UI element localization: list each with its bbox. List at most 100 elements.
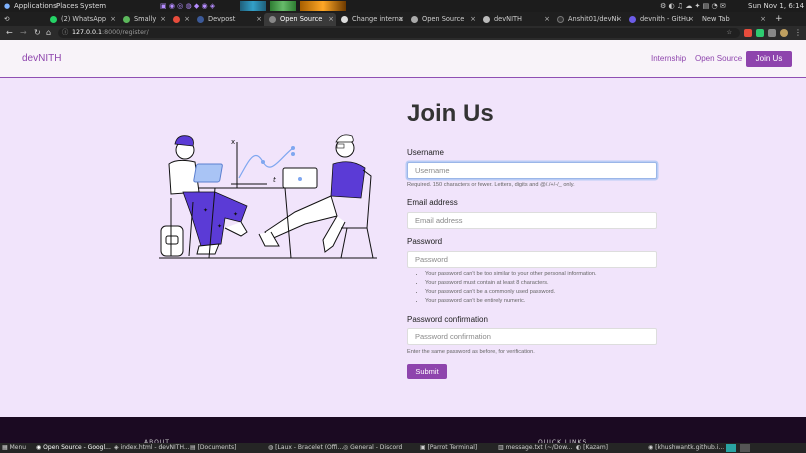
username-help: Required. 150 characters or fewer. Lette… xyxy=(407,182,575,188)
username-label: Username xyxy=(407,148,444,157)
url-bar[interactable]: ⓘ 127.0.0.1:8000/register/ ☆ xyxy=(58,28,740,38)
close-icon[interactable]: × xyxy=(110,13,116,26)
taskbar-item-media[interactable]: ◍ [Laux - Bracelet (Offi... xyxy=(268,443,343,453)
close-icon[interactable]: × xyxy=(328,13,334,26)
close-icon[interactable]: × xyxy=(184,13,190,26)
tab-label: Smally xyxy=(134,15,157,23)
workspace-indicator[interactable] xyxy=(726,444,736,452)
taskbar-item-text[interactable]: ▥ message.txt (~/Dow... xyxy=(498,443,572,453)
taskbar-item-label: [khushwantk.github.i... xyxy=(655,444,725,451)
tab-smally[interactable]: Smally × xyxy=(118,13,168,26)
tab-github-repo[interactable]: Anshit01/devNi × xyxy=(552,13,624,26)
globe-icon xyxy=(269,16,276,23)
tab-devnith-github[interactable]: devnith - GitHu × xyxy=(624,13,696,26)
tab-change-internship[interactable]: Change interna × xyxy=(336,13,406,26)
avatar[interactable] xyxy=(780,29,788,37)
bookmark-star-icon[interactable]: ☆ xyxy=(726,28,732,38)
os-taskbar: ▦ Menu ◉ Open Source - Googl... ◈ index.… xyxy=(0,443,806,453)
taskbar-item-label: General - Discord xyxy=(350,444,403,451)
close-icon[interactable]: × xyxy=(256,13,262,26)
taskbar-item-github[interactable]: ◉ [khushwantk.github.i... xyxy=(648,443,724,453)
new-tab-plus-icon[interactable]: + xyxy=(772,13,786,26)
tab-label: devNITH xyxy=(494,15,523,23)
svg-text:x: x xyxy=(231,138,235,146)
tab-label: Open Source xyxy=(422,15,465,23)
launcher-icons[interactable]: ▣ ◉ ◎ ◍ ◆ ◉ ◈ xyxy=(160,0,215,12)
system-top-bar: ● Applications Places System ▣ ◉ ◎ ◍ ◆ ◉… xyxy=(0,0,806,22)
username-field[interactable] xyxy=(407,162,657,179)
close-icon[interactable]: × xyxy=(616,13,622,26)
tab-pinned[interactable]: ⟲ xyxy=(0,13,14,26)
taskbar-item-editor[interactable]: ◈ index.html - devNITH... xyxy=(114,443,190,453)
taskbar-menu-button[interactable]: ▦ Menu xyxy=(2,443,26,453)
email-label: Email address xyxy=(407,198,458,207)
tab-devnith[interactable]: devNITH × xyxy=(478,13,552,26)
menu-places[interactable]: Places xyxy=(56,0,78,12)
tab-devpost[interactable]: Devpost × xyxy=(192,13,264,26)
taskbar-item-label: Open Source - Googl... xyxy=(43,444,111,451)
svg-text:✦: ✦ xyxy=(203,207,208,214)
close-icon[interactable]: × xyxy=(544,13,550,26)
close-icon[interactable]: × xyxy=(470,13,476,26)
menu-applications[interactable]: Applications xyxy=(14,0,57,12)
close-icon[interactable]: × xyxy=(760,13,766,26)
tray-icons[interactable]: ⚙ ◐ ♫ ☁ ✦ ▤ ◔ ✉ xyxy=(660,0,726,12)
tab-label: Open Source xyxy=(280,15,323,23)
smally-icon xyxy=(123,16,130,23)
close-icon[interactable]: × xyxy=(160,13,166,26)
home-icon[interactable]: ⌂ xyxy=(46,26,51,40)
back-arrow-icon[interactable]: ← xyxy=(6,26,13,40)
close-icon[interactable]: × xyxy=(398,13,404,26)
forward-arrow-icon[interactable]: → xyxy=(20,26,27,40)
menu-system[interactable]: System xyxy=(80,0,106,12)
tab-label: Change interna xyxy=(352,15,403,23)
email-field[interactable] xyxy=(407,212,657,229)
join-us-button[interactable]: Join Us xyxy=(746,51,792,67)
memory-graph xyxy=(270,1,296,11)
taskbar-item-documents[interactable]: ▤ [Documents] xyxy=(190,443,236,453)
taskbar-item-label: message.txt (~/Dow... xyxy=(505,444,573,451)
close-icon[interactable]: × xyxy=(688,13,694,26)
password-confirmation-field[interactable] xyxy=(407,328,657,345)
taskbar-item-label: [Laux - Bracelet (Offi... xyxy=(275,444,344,451)
taskbar-item-chrome[interactable]: ◉ Open Source - Googl... xyxy=(36,443,111,453)
tab-open-source[interactable]: Open Source × xyxy=(406,13,478,26)
reload-icon[interactable]: ↻ xyxy=(34,26,41,40)
password-field[interactable] xyxy=(407,251,657,268)
tab-whatsapp[interactable]: (2) WhatsApp × xyxy=(45,13,118,26)
workspace-indicator[interactable] xyxy=(740,444,750,452)
extension-icon[interactable] xyxy=(756,29,764,37)
submit-button[interactable]: Submit xyxy=(407,364,447,379)
kebab-menu-icon[interactable]: ⋮ xyxy=(794,26,802,40)
info-icon[interactable]: ⓘ xyxy=(62,28,68,38)
taskbar-menu-label: Menu xyxy=(9,444,27,451)
nav-link-open-source[interactable]: Open Source xyxy=(695,54,742,63)
svg-text:✦: ✦ xyxy=(217,223,222,230)
tab-open-source-active[interactable]: Open Source × xyxy=(264,13,336,26)
globe-icon xyxy=(483,16,490,23)
github-icon xyxy=(557,16,564,23)
whatsapp-icon xyxy=(50,16,57,23)
password-label: Password xyxy=(407,237,443,246)
brand-logo[interactable]: devNITH xyxy=(22,53,61,64)
taskbar-item-discord[interactable]: ◎ General - Discord xyxy=(343,443,402,453)
devnith-icon xyxy=(629,16,636,23)
password-help-item: Your password can't be a commonly used p… xyxy=(425,288,597,297)
taskbar-item-kazam[interactable]: ◐ [Kazam] xyxy=(576,443,608,453)
tab-new-tab[interactable]: New Tab × xyxy=(696,13,768,26)
parrot-logo-icon[interactable]: ● xyxy=(4,0,10,12)
youtube-icon xyxy=(173,16,180,23)
puzzle-extensions-icon[interactable] xyxy=(768,29,776,37)
taskbar-item-label: [Documents] xyxy=(197,444,237,451)
network-graph xyxy=(300,1,346,11)
url-path: :8000/register/ xyxy=(102,29,149,36)
taskbar-item-terminal[interactable]: ▣ [Parrot Terminal] xyxy=(420,443,477,453)
site-footer: ABOUT QUICK LINKS xyxy=(0,417,806,446)
extension-icon[interactable] xyxy=(744,29,752,37)
taskbar-item-label: [Parrot Terminal] xyxy=(427,444,478,451)
right-person-figure xyxy=(258,134,374,259)
password-help-item: Your password can't be too similar to yo… xyxy=(425,270,597,279)
tab-untitled[interactable]: × xyxy=(168,13,192,26)
nav-link-internship[interactable]: Internship xyxy=(651,54,686,63)
svg-text:✦: ✦ xyxy=(233,211,238,218)
